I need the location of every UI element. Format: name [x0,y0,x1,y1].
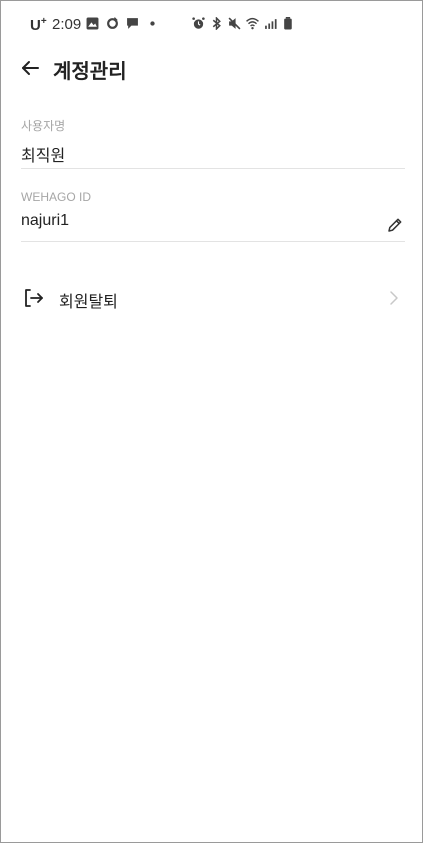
username-field: 사용자명 최직원 [21,117,405,169]
username-value: 최직원 [21,148,66,165]
screen: U+ 2:09 계정관리 사용자명 최직원 WEHAGO ID najuri1 … [0,0,423,843]
page-title: 계정관리 [53,61,127,83]
app-header: 계정관리 [1,49,422,89]
withdraw-membership-item[interactable]: 회원탈퇴 [21,277,405,319]
status-right-icons [192,17,295,30]
chevron-right-icon [390,291,398,305]
status-clock: 2:09 [52,16,82,33]
sync-icon [107,17,118,29]
edit-id-button[interactable] [385,215,405,235]
logout-icon [25,289,43,307]
wehago-id-label: WEHAGO ID [21,190,92,204]
wehago-id-value: najuri1 [21,212,70,229]
alarm-icon [192,17,205,29]
battery-icon [284,17,292,30]
withdraw-membership-label: 회원탈퇴 [59,294,118,311]
status-bar: U+ 2:09 [1,1,422,49]
dot-icon [150,21,155,26]
chat-icon [127,18,138,29]
wifi-icon [246,17,259,30]
back-button[interactable] [15,53,45,83]
gallery-icon [86,17,99,30]
pencil-icon [388,218,402,232]
bluetooth-icon [212,17,221,30]
status-left-icons [86,17,159,30]
carrier-label: U+ [30,16,47,34]
mute-icon [228,17,241,30]
arrow-left-icon [22,61,39,75]
signal-icon [265,19,277,29]
username-label: 사용자명 [21,119,66,133]
wehago-id-field: WEHAGO ID najuri1 [21,190,405,242]
